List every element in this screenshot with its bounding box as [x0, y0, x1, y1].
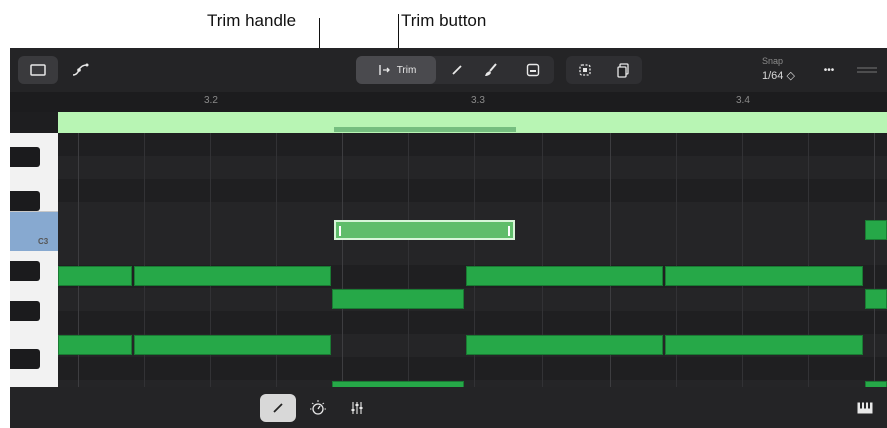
pencil-icon	[452, 65, 462, 75]
midi-note[interactable]	[865, 289, 887, 309]
midi-note[interactable]	[332, 289, 464, 309]
bar-3-4: 3.4	[736, 95, 750, 106]
white-key-highlighted[interactable]	[10, 211, 58, 252]
bar-ruler[interactable]: 3.2 3.3 3.4	[10, 92, 887, 112]
midi-note[interactable]	[665, 335, 863, 355]
black-key[interactable]	[10, 261, 40, 281]
inspector-sliders-button[interactable]	[342, 394, 372, 422]
bottom-bar	[10, 387, 887, 428]
midi-note[interactable]	[665, 266, 863, 286]
c3-key-label: C3	[38, 237, 49, 246]
pencil-icon	[273, 403, 283, 413]
region-view-button[interactable]	[18, 56, 58, 84]
velocity-tool-button[interactable]	[518, 56, 548, 84]
trim-label: Trim	[396, 64, 417, 76]
keyboard-button[interactable]	[850, 394, 880, 422]
dotted-select-icon	[579, 64, 591, 76]
grid-line	[408, 133, 409, 387]
midi-note[interactable]	[58, 266, 132, 286]
brush-icon	[485, 63, 497, 76]
dial-icon	[310, 400, 326, 415]
trim-button-callout: Trim button	[401, 11, 487, 30]
piano-keyboard[interactable]: C3	[10, 133, 58, 388]
bar-3-3: 3.3	[471, 95, 485, 106]
white-key[interactable]	[10, 371, 58, 388]
snap-value-selector[interactable]: 1/64 ◇	[762, 69, 795, 82]
midi-note[interactable]	[466, 266, 663, 286]
grid-row	[58, 133, 887, 156]
more-button[interactable]: •••	[816, 56, 842, 84]
midi-note[interactable]	[134, 335, 331, 355]
region-selection-marker	[334, 127, 516, 132]
grid-row	[58, 179, 887, 202]
grid-line	[342, 133, 343, 387]
automation-button[interactable]	[62, 56, 98, 84]
trim-handle-callout: Trim handle	[207, 11, 297, 30]
snap-label: Snap	[762, 56, 784, 66]
midi-note[interactable]	[134, 266, 331, 286]
rectangle-icon	[30, 64, 46, 76]
selected-note[interactable]	[334, 220, 515, 240]
grid-line	[874, 133, 875, 387]
black-key[interactable]	[10, 191, 40, 211]
menu-lines-button[interactable]	[852, 56, 882, 84]
trim-button[interactable]: Trim	[356, 56, 436, 84]
automation-curve-icon	[72, 63, 89, 76]
copy-doc-icon	[617, 63, 629, 78]
velocity-dial-button[interactable]	[303, 394, 333, 422]
piano-roll-editor: Trim Snap 1/64 ◇ ••• 3.2 3.3 3.4 C3	[10, 48, 887, 428]
pencil-tool-button[interactable]	[442, 56, 472, 84]
grid-row	[58, 311, 887, 334]
brush-tool-button[interactable]	[476, 56, 506, 84]
note-grid[interactable]	[58, 133, 887, 387]
grid-row	[58, 357, 887, 380]
black-key[interactable]	[10, 301, 40, 321]
sliders-icon	[351, 402, 363, 414]
black-key[interactable]	[10, 147, 40, 167]
midi-note[interactable]	[466, 335, 663, 355]
midi-note[interactable]	[58, 335, 132, 355]
toolbar: Trim Snap 1/64 ◇ •••	[10, 48, 887, 92]
trim-handle-left[interactable]	[339, 226, 341, 236]
lines-icon	[857, 67, 877, 73]
velocity-box-icon	[526, 63, 540, 77]
black-key[interactable]	[10, 349, 40, 369]
trim-icon	[378, 65, 390, 75]
midi-note[interactable]	[865, 220, 887, 240]
trim-handle-right[interactable]	[508, 226, 510, 236]
select-region-button[interactable]	[570, 56, 600, 84]
copy-button[interactable]	[608, 56, 638, 84]
piano-keys-icon	[857, 402, 873, 414]
pencil-mode-button[interactable]	[260, 394, 296, 422]
bar-3-2: 3.2	[204, 95, 218, 106]
